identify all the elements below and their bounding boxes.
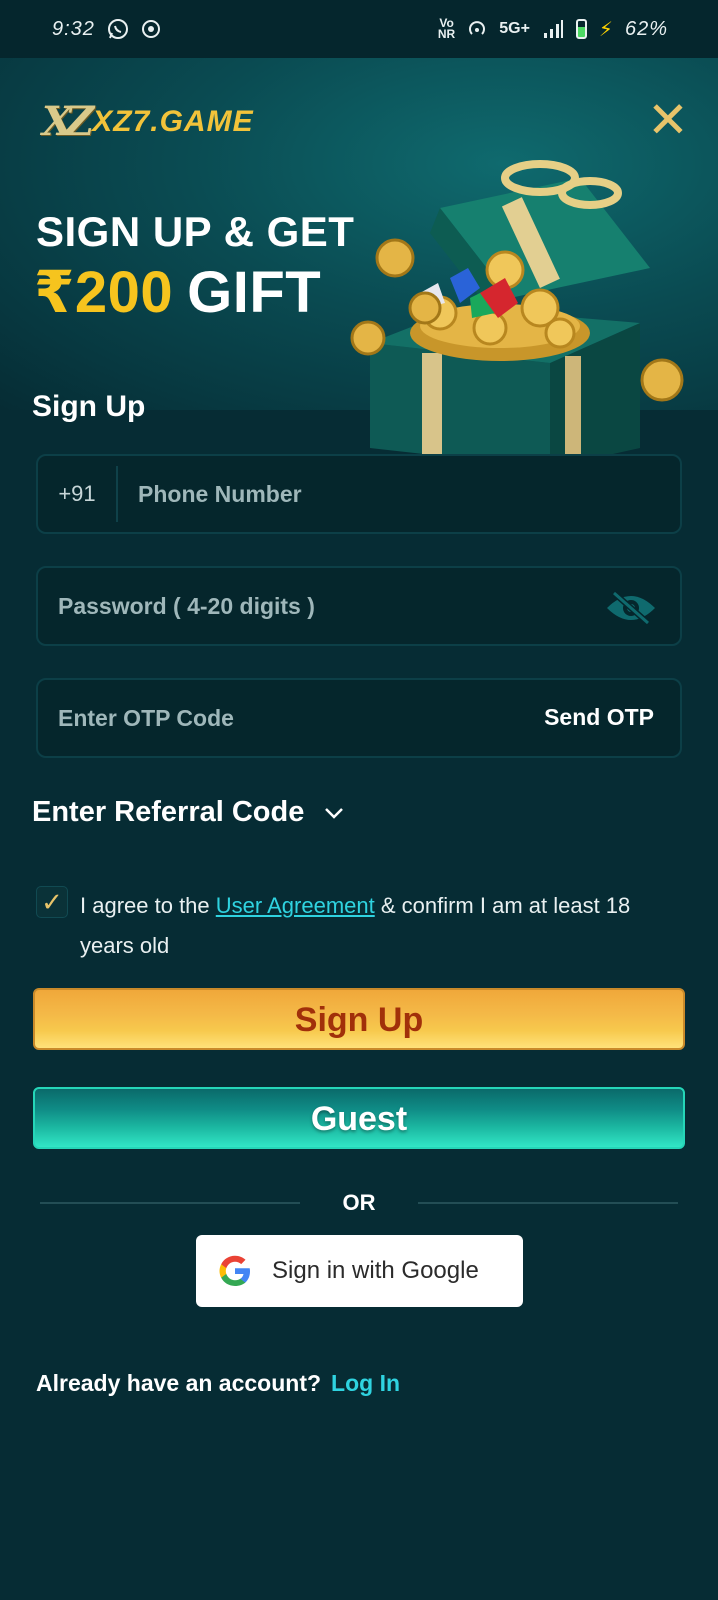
status-time: 9:32 [52,17,95,40]
charging-icon: ⚡ [598,18,613,41]
otp-input[interactable]: Enter OTP Code [58,705,234,732]
login-row: Already have an account? Log In [36,1370,400,1397]
login-prompt: Already have an account? [36,1370,322,1396]
agreement-text: I agree to the User Agreement & confirm … [80,893,631,958]
country-code[interactable]: +91 [38,466,118,522]
google-icon [219,1255,250,1286]
password-field[interactable]: Password ( 4-20 digits ) [36,566,682,646]
divider-line-right [418,1202,678,1204]
network-type: 5G+ [499,20,530,37]
otp-field[interactable]: Enter OTP Code Send OTP [36,678,682,758]
volte-badge: Vo NR [437,16,456,41]
chrome-icon [141,20,160,38]
eye-off-icon[interactable] [604,590,658,626]
promo-amount: ₹200 [34,260,174,325]
status-bar: 9:32 Vo NR 5G+ ⚡ 62% [0,0,718,58]
brand-logo: XZ XZ7.GAME [42,98,254,145]
battery-icon [575,19,587,39]
agree-checkbox[interactable]: ✓ [36,886,68,918]
battery-percent: 62% [624,17,668,40]
promo-amount-line: ₹200 GIFT [34,258,321,326]
signup-button[interactable]: Sign Up [33,988,685,1050]
close-icon[interactable]: ✕ [646,95,690,145]
user-agreement-link[interactable]: User Agreement [216,893,375,918]
or-divider: OR [40,1188,678,1218]
password-input[interactable]: Password ( 4-20 digits ) [58,593,315,620]
logo-text: XZ7.GAME [92,104,254,138]
logo-mark: XZ [42,98,94,145]
login-link[interactable]: Log In [331,1370,400,1396]
promo-gift-word: GIFT [187,260,322,325]
google-signin-label: Sign in with Google [272,1257,479,1284]
whatsapp-icon [107,19,128,39]
gift-box-illustration [350,160,684,468]
signal-icon [543,20,563,38]
referral-code-toggle[interactable]: Enter Referral Code [32,796,344,829]
signup-title: Sign Up [32,390,146,423]
chevron-down-icon [325,807,344,819]
google-signin-button[interactable]: Sign in with Google [196,1235,523,1307]
hotspot-icon [469,21,486,35]
referral-label: Enter Referral Code [32,796,305,828]
phone-input[interactable]: Phone Number [138,481,302,508]
send-otp-button[interactable]: Send OTP [544,704,654,731]
guest-button[interactable]: Guest [33,1087,685,1149]
promo-headline: SIGN UP & GET [36,208,355,255]
phone-field[interactable]: +91 Phone Number [36,454,682,534]
promo-banner: XZ XZ7.GAME ✕ SIGN UP & GET ₹200 GIFT [0,58,718,468]
